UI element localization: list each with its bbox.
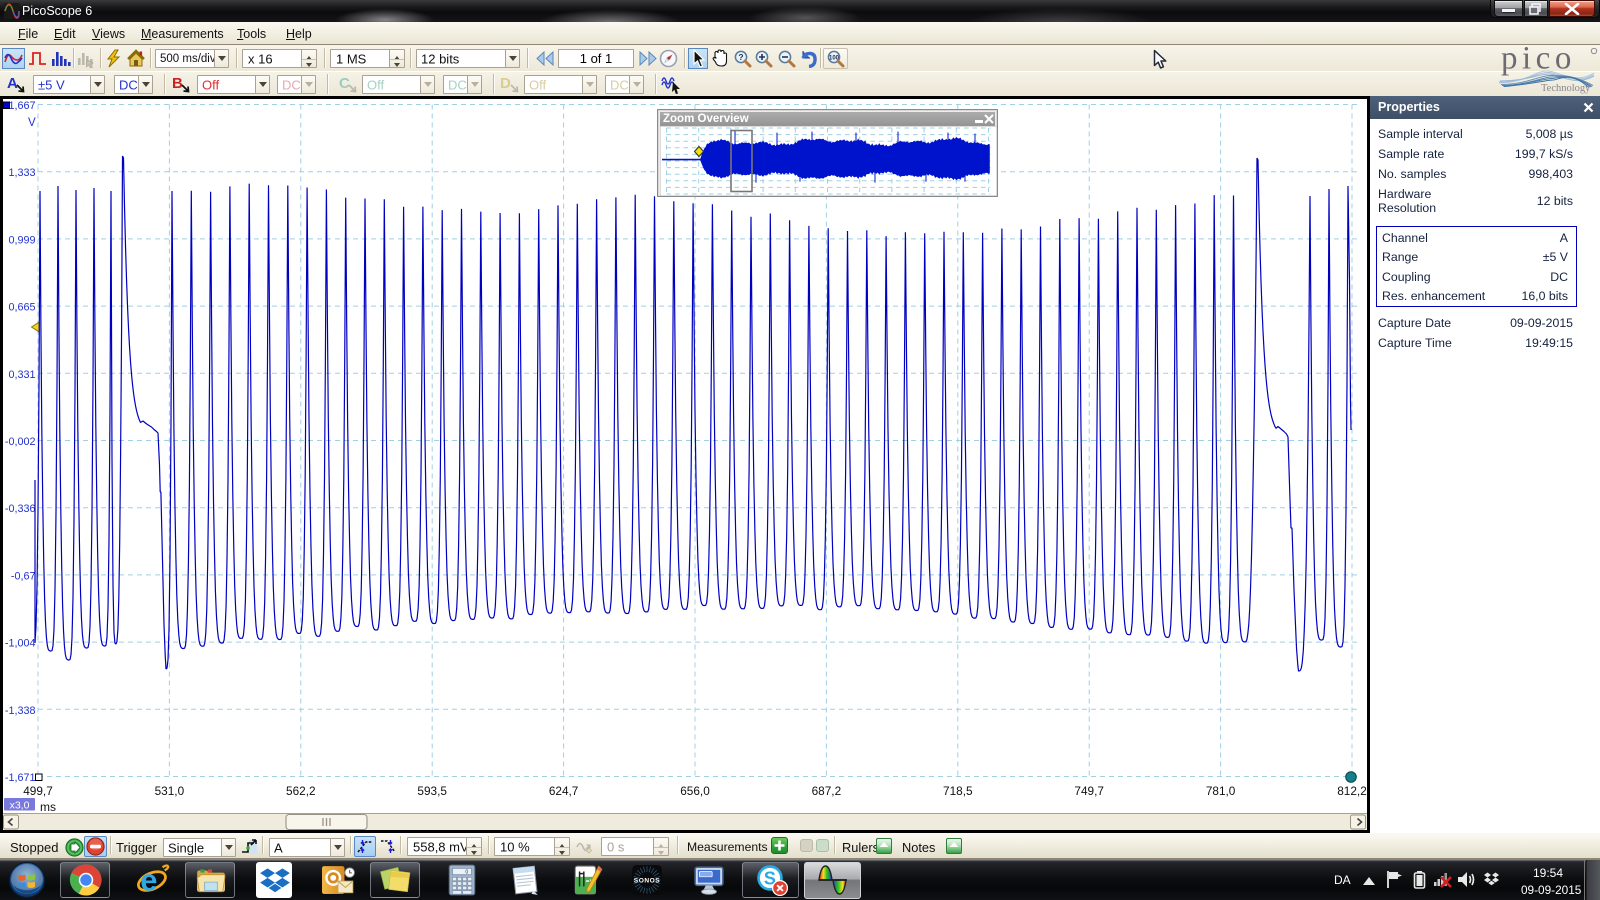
svg-text:531,0: 531,0 — [155, 784, 185, 798]
svg-text:562,2: 562,2 — [286, 784, 316, 798]
svg-text:ms: ms — [40, 800, 56, 814]
svg-text:1,333: 1,333 — [8, 167, 35, 179]
svg-text:-0,336: -0,336 — [5, 503, 36, 515]
svg-text:SONOS: SONOS — [634, 878, 660, 885]
svg-text:100: 100 — [829, 56, 840, 62]
svg-text:?: ? — [738, 52, 743, 62]
svg-text:0: 0 — [465, 870, 468, 876]
svg-text:-0,67: -0,67 — [11, 570, 36, 582]
svg-text:656,0: 656,0 — [680, 784, 710, 798]
svg-text:-1,671: -1,671 — [5, 772, 36, 784]
svg-text:x3,0: x3,0 — [10, 800, 30, 812]
svg-text:593,5: 593,5 — [417, 784, 447, 798]
svg-text:-1,004: -1,004 — [5, 638, 36, 650]
svg-text:0,665: 0,665 — [8, 302, 35, 314]
svg-text:624,7: 624,7 — [549, 784, 579, 798]
svg-text:-0,002: -0,002 — [5, 436, 36, 448]
svg-text:1,667: 1,667 — [8, 100, 35, 112]
svg-text:749,7: 749,7 — [1074, 784, 1104, 798]
svg-text:pico: pico — [1501, 46, 1576, 77]
svg-text:687,2: 687,2 — [812, 784, 842, 798]
svg-text:0,331: 0,331 — [8, 369, 35, 381]
svg-text:Technology: Technology — [1541, 83, 1591, 94]
svg-text:812,2: 812,2 — [1337, 784, 1367, 798]
svg-text:781,0: 781,0 — [1206, 784, 1236, 798]
svg-text:499,7: 499,7 — [23, 784, 53, 798]
svg-text:e: e — [140, 863, 157, 897]
svg-text:718,5: 718,5 — [943, 784, 973, 798]
svg-text:V: V — [28, 117, 36, 129]
svg-text:0,999: 0,999 — [8, 234, 35, 246]
svg-text:-1,338: -1,338 — [5, 705, 36, 717]
